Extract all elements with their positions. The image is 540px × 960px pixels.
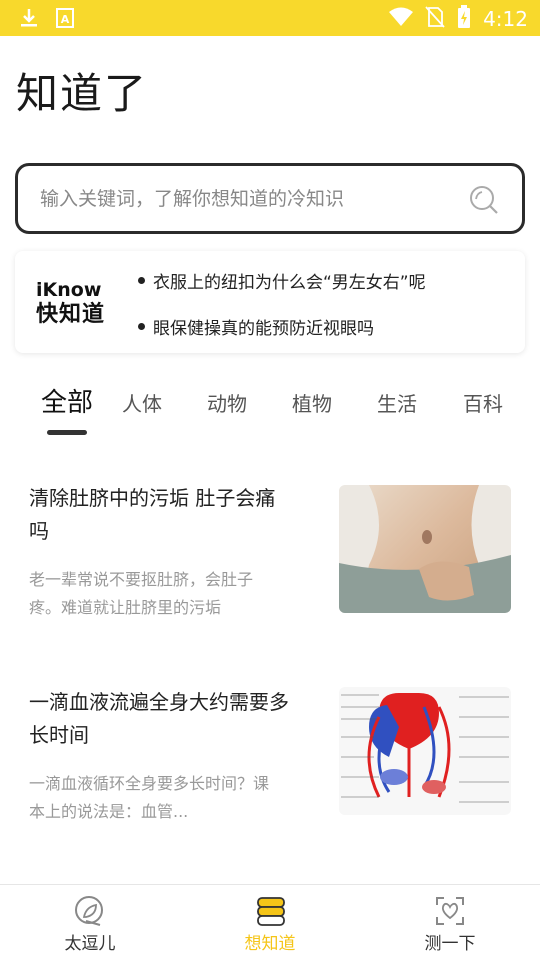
article-summary: 老一辈常说不要抠肚脐，会肚子疼。难道就让肚脐里的污垢 bbox=[29, 570, 254, 617]
scan-heart-icon bbox=[434, 895, 466, 927]
tab-encyclopedia[interactable]: 百科 bbox=[463, 388, 503, 417]
headline-text: 衣服上的纽扣为什么会“男左女右”呢 bbox=[153, 273, 426, 293]
brand-name-en: iKnow bbox=[36, 279, 102, 301]
headline-text: 眼保健操真的能预防近视眼吗 bbox=[153, 319, 374, 339]
tab-human-body[interactable]: 人体 bbox=[122, 388, 162, 417]
nav-item-ceyixia[interactable]: 测一下 bbox=[360, 885, 540, 960]
text-a-icon: A bbox=[56, 8, 74, 32]
search-input[interactable] bbox=[40, 182, 460, 216]
bullet-icon bbox=[138, 323, 145, 330]
article-title[interactable]: 一滴血液流遍全身大约需要多长时间 bbox=[29, 686, 289, 752]
brand-name-cn: 快知道 bbox=[36, 302, 106, 327]
bottom-nav: 太逗儿 想知道 测一下 bbox=[0, 884, 540, 960]
nav-item-taidouer[interactable]: 太逗儿 bbox=[0, 885, 180, 960]
stack-icon bbox=[254, 895, 286, 927]
article-title[interactable]: 清除肚脐中的污垢 肚子会痛吗 bbox=[29, 482, 289, 548]
nav-label: 太逗儿 bbox=[64, 934, 116, 954]
tab-all[interactable]: 全部 bbox=[41, 382, 93, 419]
banner-headline[interactable]: 衣服上的纽扣为什么会“男左女右”呢 bbox=[138, 268, 426, 293]
search-box[interactable] bbox=[15, 163, 525, 234]
status-time: 4:12 bbox=[483, 7, 528, 31]
download-icon bbox=[18, 7, 40, 33]
wifi-icon bbox=[389, 7, 414, 31]
brand-logo: iKnow 快知道 bbox=[36, 279, 136, 329]
bullet-icon bbox=[138, 277, 145, 284]
article-thumbnail[interactable] bbox=[339, 687, 511, 815]
tab-animals[interactable]: 动物 bbox=[207, 388, 247, 417]
tab-life[interactable]: 生活 bbox=[377, 388, 417, 417]
banner-headline[interactable]: 眼保健操真的能预防近视眼吗 bbox=[138, 314, 374, 339]
nav-label: 想知道 bbox=[244, 934, 296, 954]
leaf-circle-icon bbox=[74, 895, 106, 927]
article-thumbnail[interactable] bbox=[339, 485, 511, 613]
active-tab-indicator bbox=[47, 430, 87, 435]
nav-label: 测一下 bbox=[424, 934, 476, 954]
search-icon[interactable] bbox=[468, 184, 500, 216]
no-sim-icon bbox=[425, 6, 445, 32]
battery-charging-icon bbox=[457, 5, 471, 33]
svg-text:A: A bbox=[61, 13, 70, 26]
article-summary: 一滴血液循环全身要多长时间？课本上的说法是：血管... bbox=[29, 774, 270, 821]
nav-item-xiangzhidao[interactable]: 想知道 bbox=[180, 885, 360, 960]
page-title: 知道了 bbox=[16, 69, 149, 118]
tab-plants[interactable]: 植物 bbox=[292, 388, 332, 417]
status-bar: A 4:12 bbox=[0, 0, 540, 36]
